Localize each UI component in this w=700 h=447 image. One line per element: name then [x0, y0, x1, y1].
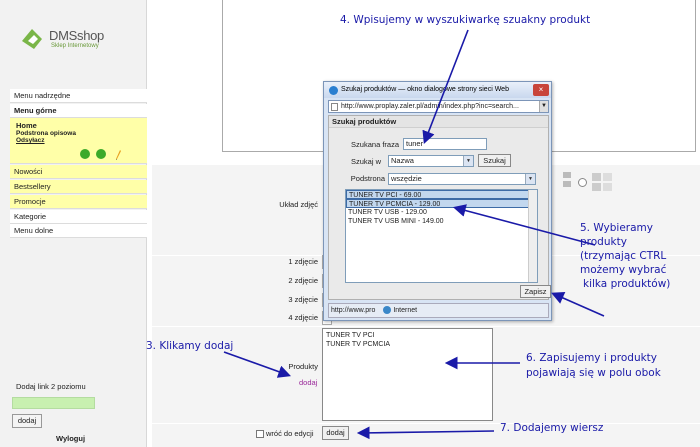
dialog-url: http://www.proplay.zaler.pl/admin/index.…	[341, 103, 519, 110]
close-icon[interactable]: ×	[533, 84, 549, 96]
dialog-heading: Szukaj produktów	[329, 116, 548, 128]
sidebar-item-menu-gorne[interactable]: Menu górne	[10, 104, 147, 118]
search-phrase-input[interactable]: tuner	[403, 138, 487, 150]
chevron-down-icon[interactable]: ▼	[525, 174, 535, 184]
photo-1-label: 1 zdjęcie	[288, 257, 318, 266]
ie-icon	[329, 86, 338, 95]
add-row-button[interactable]: dodaj	[322, 426, 349, 440]
list-item[interactable]: TUNER TV PCI - 69.00	[346, 190, 537, 199]
annotation-line: możemy wybrać	[580, 264, 667, 276]
logo-tagline: Sklep Internetowy	[51, 43, 99, 49]
save-button[interactable]: Zapisz	[520, 285, 551, 298]
layout-grid-icon[interactable]	[591, 172, 613, 192]
sidebar-item-nowosci[interactable]: Nowości	[10, 165, 147, 179]
search-in-select[interactable]: Nazwa ▼	[388, 155, 474, 167]
search-button[interactable]: Szukaj	[478, 154, 511, 167]
scrollbar[interactable]	[528, 190, 537, 282]
photo-3-label: 3 zdjęcie	[288, 295, 318, 304]
logout-link[interactable]: Wyloguj	[56, 434, 85, 443]
sidebar-item-menu-dolne[interactable]: Menu dolne	[10, 224, 147, 238]
photo-2-label: 2 zdjęcie	[288, 276, 318, 285]
globe-icon	[383, 306, 392, 315]
move-up-icon[interactable]	[80, 149, 90, 159]
page-icon	[331, 103, 338, 111]
subpage-label: Podstrona	[350, 174, 385, 183]
dialog-body: Szukaj produktów Szukana fraza tuner Szu…	[328, 115, 551, 300]
logo: DMSshop Sklep Internetowy	[18, 20, 128, 60]
dialog-title: Szukaj produktów — okno dialogowe strony…	[341, 86, 509, 93]
move-down-icon[interactable]	[96, 149, 106, 159]
annotation-step-6: 6. Zapisujemy i produkty pojawiają się w…	[526, 351, 661, 381]
home-title: Home	[16, 121, 37, 130]
add-link-label: Dodaj link 2 poziomu	[16, 382, 86, 391]
back-to-edit-checkbox[interactable]	[256, 430, 264, 438]
dialog-address-bar: http://www.proplay.zaler.pl/admin/index.…	[328, 100, 549, 113]
dialog-titlebar: Szukaj produktów — okno dialogowe strony…	[324, 82, 551, 98]
sidebar: DMSshop Sklep Internetowy Menu nadrzędne…	[0, 0, 147, 447]
logo-name: DMSshop	[49, 28, 104, 43]
search-products-dialog: Szukaj produktów — okno dialogowe strony…	[323, 81, 552, 321]
phrase-label: Szukana fraza	[351, 140, 399, 149]
products-label: Produkty	[288, 362, 318, 371]
layout-label: Układ zdjęć	[279, 200, 318, 209]
add-link-input[interactable]	[12, 397, 95, 409]
edit-pencil-icon[interactable]	[114, 149, 122, 160]
photo-4-label: 4 zdjęcie	[288, 313, 318, 322]
product-entry: TUNER TV PCI	[326, 332, 375, 339]
add-link-button[interactable]: dodaj	[12, 414, 42, 428]
dialog-statusbar: http://www.pro Internet	[328, 303, 549, 318]
search-in-value: Nazwa	[391, 156, 414, 165]
sidebar-item-kategorie[interactable]: Kategorie	[10, 210, 147, 224]
sidebar-item-promocje[interactable]: Promocje	[10, 195, 147, 209]
list-item[interactable]: TUNER TV USB MINI - 149.00	[346, 217, 537, 226]
annotation-step-7: 7. Dodajemy wiersz	[500, 422, 604, 434]
chevron-down-icon[interactable]: ▼	[463, 156, 473, 166]
product-entry: TUNER TV PCMCIA	[326, 341, 391, 348]
annotation-line: 5. Wybieramy	[580, 222, 654, 234]
status-zone: Internet	[393, 307, 418, 314]
sidebar-item-menu-nadrzedne[interactable]: Menu nadrzędne	[10, 89, 147, 103]
search-in-label: Szukaj w	[350, 157, 381, 166]
sidebar-item-bestsellery[interactable]: Bestsellery	[10, 180, 147, 194]
home-link[interactable]: Odsyłacz	[16, 137, 141, 144]
row-divider	[152, 423, 700, 424]
sidebar-home-block[interactable]: Home Podstrona opisowa Odsyłacz	[10, 118, 147, 164]
annotation-line: 6. Zapisujemy i produkty	[526, 352, 658, 364]
list-item[interactable]: TUNER TV USB - 129.00	[346, 208, 537, 217]
row-divider	[152, 326, 700, 327]
subpage-value: wszędzie	[391, 174, 422, 183]
chevron-down-icon[interactable]: ▼	[539, 101, 548, 112]
add-products-link[interactable]: dodaj	[299, 378, 317, 387]
annotation-line: (trzymając CTRL	[580, 250, 667, 262]
results-listbox[interactable]: TUNER TV PCI - 69.00 TUNER TV PCMCIA - 1…	[345, 189, 538, 283]
annotation-step-4: 4. Wpisujemy w wyszukiwarkę szuakny prod…	[340, 14, 591, 26]
products-textarea[interactable]: TUNER TV PCI TUNER TV PCMCIA	[322, 328, 493, 421]
list-item[interactable]: TUNER TV PCMCIA - 129.00	[346, 199, 537, 208]
annotation-line: kilka produktów)	[583, 278, 671, 290]
annotation-line: pojawiają się w polu obok	[526, 367, 661, 379]
logo-icon	[22, 29, 42, 49]
subpage-select[interactable]: wszędzie ▼	[388, 173, 536, 185]
back-to-edit-label: wróć do edycji	[266, 429, 314, 438]
annotation-step-3: 3. Klikamy dodaj	[146, 340, 234, 352]
layout-thumbnail-icon[interactable]	[562, 170, 584, 190]
status-url: http://www.pro	[331, 307, 376, 314]
home-subtitle: Podstrona opisowa	[16, 130, 76, 137]
annotation-line: produkty	[580, 236, 627, 248]
annotation-step-5: 5. Wybieramy produkty (trzymając CTRL mo…	[580, 221, 670, 291]
